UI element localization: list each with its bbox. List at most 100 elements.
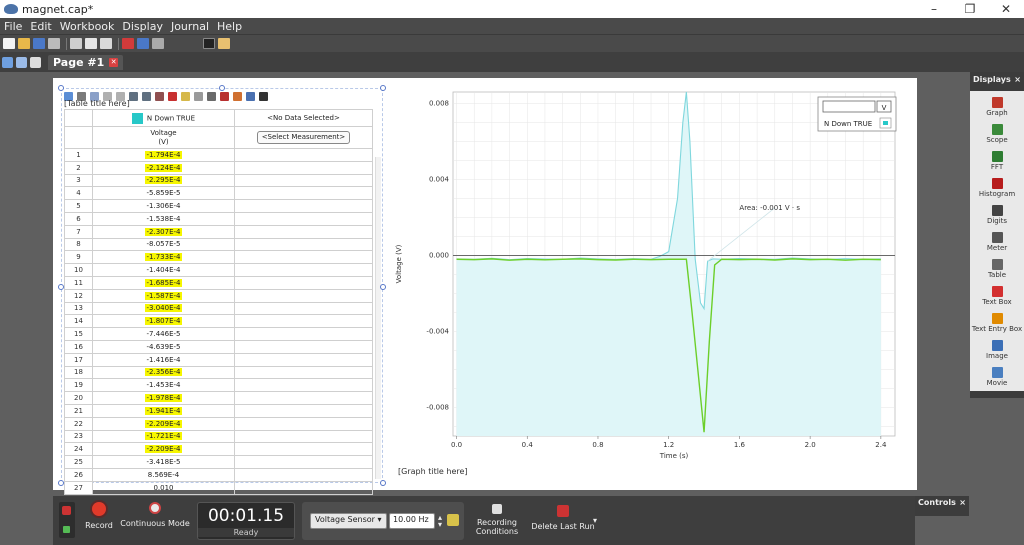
table-row[interactable]: 6 -1.538E-4 <box>64 211 373 226</box>
voltage-cell[interactable]: -5.859E-5 <box>92 186 235 201</box>
empty-cell[interactable] <box>234 301 373 316</box>
table-scrollbar[interactable] <box>375 157 381 479</box>
copy-icon[interactable] <box>85 38 97 49</box>
graph-display[interactable]: 0.0 0.4 0.8 1.2 1.6 2.0 2.4 0.008 0.004 0.000 -0.0… <box>393 84 913 484</box>
voltage-cell[interactable]: -1.794E-4 <box>92 148 235 162</box>
voltage-cell[interactable]: -8.057E-5 <box>92 237 235 252</box>
voltage-cell[interactable]: -1.306E-4 <box>92 199 235 213</box>
page-layout-icon[interactable] <box>2 56 13 68</box>
table-row[interactable]: 8 -8.057E-5 <box>64 237 373 252</box>
empty-cell[interactable] <box>234 288 373 303</box>
legend-measurement-field[interactable] <box>822 100 876 113</box>
open-folder-icon[interactable] <box>18 38 30 49</box>
empty-cell[interactable] <box>234 148 373 162</box>
voltage-cell[interactable]: -1.587E-4 <box>92 288 235 303</box>
empty-cell[interactable] <box>234 455 373 469</box>
voltage-cell[interactable]: -2.124E-4 <box>92 160 235 175</box>
table-row[interactable]: 11 -1.685E-4 <box>64 275 373 290</box>
display-item-image[interactable]: Image <box>970 336 1024 363</box>
table-row[interactable]: 15 -7.446E-5 <box>64 327 373 341</box>
table-row[interactable]: 4 -5.859E-5 <box>64 186 373 201</box>
sensor-select[interactable]: Voltage Sensor ▾ <box>310 513 387 529</box>
empty-cell[interactable] <box>234 467 373 482</box>
table-row[interactable]: 19 -1.453E-4 <box>64 378 373 393</box>
display-item-text-box[interactable]: Text Box <box>970 282 1024 309</box>
empty-cell[interactable] <box>234 186 373 201</box>
voltage-cell[interactable]: -2.209E-4 <box>92 416 235 431</box>
resize-handle[interactable] <box>58 284 64 290</box>
maximize-button[interactable]: ❐ <box>952 0 988 18</box>
journal-snapshot-icon[interactable] <box>218 38 230 49</box>
table-row[interactable]: 13 -3.040E-4 <box>64 301 373 316</box>
displays-close-icon[interactable]: × <box>1014 75 1021 84</box>
voltage-cell[interactable]: -1.941E-4 <box>92 403 235 418</box>
table-decimal-icon[interactable] <box>129 91 138 101</box>
empty-cell[interactable] <box>234 237 373 252</box>
close-button[interactable]: ✕ <box>988 0 1024 18</box>
select-measurement-button[interactable]: <Select Measurement> <box>256 131 351 144</box>
display-item-digits[interactable]: Digits <box>970 201 1024 228</box>
empty-cell[interactable] <box>234 365 373 380</box>
table-highlight-icon[interactable] <box>168 91 177 101</box>
tab-page-1[interactable]: Page #1 ✕ <box>48 54 124 70</box>
voltage-cell[interactable]: 0.010 <box>92 480 235 495</box>
controls-close-icon[interactable]: × <box>959 498 966 514</box>
table-row[interactable]: 3 -2.295E-4 <box>64 173 373 188</box>
record-mode-icon[interactable] <box>62 506 71 515</box>
pin-icon[interactable] <box>63 526 70 533</box>
voltage-cell[interactable]: -4.639E-5 <box>92 339 235 354</box>
table-row[interactable]: 21 -1.941E-4 <box>64 403 373 418</box>
table-row[interactable]: 2 -2.124E-4 <box>64 160 373 175</box>
column-header-1[interactable]: N Down TRUE <box>92 109 235 127</box>
table-row[interactable]: 12 -1.587E-4 <box>64 288 373 303</box>
empty-cell[interactable] <box>234 429 373 444</box>
table-row[interactable]: 16 -4.639E-5 <box>64 339 373 354</box>
empty-cell[interactable] <box>234 339 373 354</box>
table-pin-icon[interactable] <box>233 91 242 101</box>
voltage-cell[interactable]: 8.569E-4 <box>92 467 235 482</box>
table-title[interactable]: [Table title here] <box>64 99 130 108</box>
voltage-cell[interactable]: -2.209E-4 <box>92 442 235 457</box>
display-item-graph[interactable]: Graph <box>970 93 1024 120</box>
voltage-cell[interactable]: -2.356E-4 <box>92 365 235 380</box>
empty-cell[interactable] <box>234 263 373 277</box>
voltage-cell[interactable]: -1.685E-4 <box>92 275 235 290</box>
voltage-cell[interactable]: -1.721E-4 <box>92 429 235 444</box>
controls-side-handle[interactable] <box>59 502 75 538</box>
empty-cell[interactable] <box>234 173 373 188</box>
display-item-movie[interactable]: Movie <box>970 363 1024 390</box>
voltage-cell[interactable]: -7.446E-5 <box>92 327 235 341</box>
display-item-scope[interactable]: Scope <box>970 120 1024 147</box>
print-icon[interactable] <box>48 38 60 49</box>
page-document-icon[interactable] <box>30 56 41 68</box>
display-item-fft[interactable]: FFT <box>970 147 1024 174</box>
menu-file[interactable]: File <box>4 20 22 33</box>
resize-handle[interactable] <box>380 480 386 486</box>
empty-cell[interactable] <box>234 391 373 405</box>
graph-title[interactable]: [Graph title here] <box>398 467 468 476</box>
voltage-cell[interactable]: -3.040E-4 <box>92 301 235 316</box>
display-item-table[interactable]: Table <box>970 255 1024 282</box>
table-row[interactable]: 17 -1.416E-4 <box>64 352 373 367</box>
voltage-cell[interactable]: -1.416E-4 <box>92 352 235 367</box>
empty-cell[interactable] <box>234 352 373 367</box>
resize-handle[interactable] <box>380 284 386 290</box>
empty-cell[interactable] <box>234 378 373 393</box>
empty-cell[interactable] <box>234 403 373 418</box>
table-delete-icon[interactable] <box>220 91 229 101</box>
tab-close-icon[interactable]: ✕ <box>109 57 119 67</box>
voltage-cell[interactable]: -1.733E-4 <box>92 250 235 265</box>
empty-cell[interactable] <box>234 416 373 431</box>
table-row[interactable]: 9 -1.733E-4 <box>64 250 373 265</box>
resize-handle[interactable] <box>380 85 386 91</box>
empty-cell[interactable] <box>234 327 373 341</box>
voltage-cell[interactable]: -1.978E-4 <box>92 391 235 405</box>
recording-conditions-button[interactable]: Recording Conditions <box>469 502 525 536</box>
table-row[interactable]: 1 -1.794E-4 <box>64 148 373 162</box>
table-row[interactable]: 5 -1.306E-4 <box>64 199 373 213</box>
menu-help[interactable]: Help <box>217 20 242 33</box>
delete-last-run-button[interactable]: Delete Last Run <box>529 504 597 531</box>
empty-cell[interactable] <box>234 480 373 495</box>
table-row[interactable]: 18 -2.356E-4 <box>64 365 373 380</box>
delete-icon[interactable] <box>122 38 134 49</box>
